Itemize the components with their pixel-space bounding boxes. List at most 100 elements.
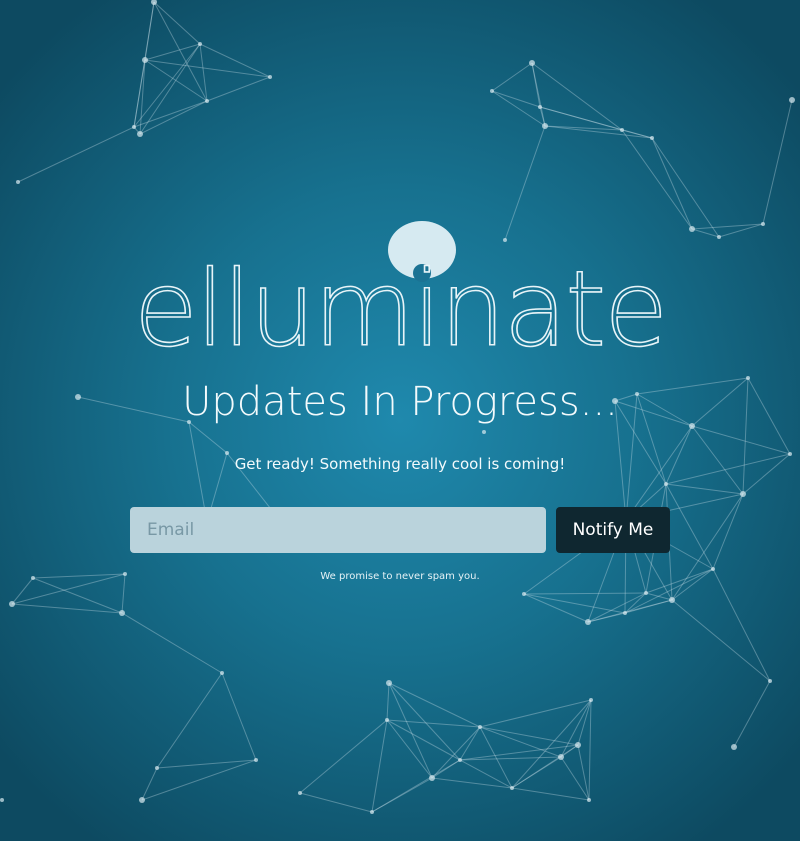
network-line — [523, 592, 647, 595]
network-node — [137, 131, 143, 137]
network-line — [17, 126, 135, 183]
network-node — [205, 99, 209, 103]
logo: elluminate — [110, 205, 690, 375]
network-line — [491, 90, 541, 108]
spam-disclaimer: We promise to never spam you. — [320, 571, 480, 582]
network-line — [511, 756, 562, 789]
network-line — [431, 777, 513, 789]
page-headline: Updates In Progress... — [182, 379, 618, 425]
email-field[interactable] — [130, 507, 546, 553]
network-node — [650, 136, 654, 140]
network-line — [144, 59, 208, 102]
network-node — [385, 718, 389, 722]
network-line — [691, 223, 764, 230]
network-line — [371, 719, 388, 813]
network-line — [491, 62, 533, 92]
network-line — [386, 719, 481, 728]
network-node — [268, 75, 272, 79]
network-node — [717, 235, 721, 239]
network-node — [198, 42, 202, 46]
network-node — [585, 619, 591, 625]
network-line — [523, 593, 589, 623]
network-line — [371, 759, 461, 813]
network-line — [133, 43, 201, 128]
network-node — [139, 797, 145, 803]
network-node — [386, 680, 392, 686]
network-line — [386, 682, 390, 721]
notify-me-button[interactable]: Notify Me — [556, 507, 670, 553]
network-node — [478, 725, 482, 729]
network-node — [768, 679, 772, 683]
network-line — [588, 699, 592, 801]
network-line — [139, 43, 201, 135]
network-node — [490, 89, 494, 93]
network-node — [644, 591, 648, 595]
network-node — [482, 430, 486, 434]
network-node — [155, 766, 159, 770]
network-line — [206, 76, 271, 102]
network-node — [0, 798, 4, 802]
network-line — [665, 483, 744, 495]
network-node — [558, 754, 564, 760]
signup-form: Notify Me — [130, 507, 670, 553]
network-line — [133, 59, 146, 128]
network-line — [544, 125, 653, 139]
network-node — [789, 97, 795, 103]
network-line — [156, 672, 223, 769]
network-node — [589, 698, 593, 702]
network-node — [119, 610, 125, 616]
network-node — [620, 128, 624, 132]
network-node — [458, 758, 462, 762]
network-line — [121, 612, 223, 674]
network-line — [221, 672, 257, 761]
network-line — [479, 726, 579, 746]
network-line — [671, 599, 771, 682]
network-line — [153, 1, 208, 102]
network-line — [156, 759, 257, 769]
network-node — [522, 592, 526, 596]
network-line — [511, 787, 590, 801]
network-line — [299, 792, 373, 813]
network-node — [740, 491, 746, 497]
network-node — [510, 786, 514, 790]
network-node — [538, 105, 542, 109]
network-line — [388, 682, 461, 761]
network-node — [220, 671, 224, 675]
network-node — [542, 123, 548, 129]
network-node — [623, 611, 627, 615]
network-line — [733, 680, 771, 748]
network-line — [762, 99, 793, 225]
network-line — [139, 100, 208, 135]
network-line — [587, 612, 626, 623]
network-line — [144, 43, 201, 61]
network-node — [664, 482, 668, 486]
network-line — [691, 425, 791, 455]
network-node — [254, 758, 258, 762]
network-line — [388, 682, 481, 728]
network-node — [669, 597, 675, 603]
network-line — [459, 726, 481, 761]
network-line — [523, 593, 626, 614]
network-node — [575, 742, 581, 748]
network-line — [299, 719, 388, 794]
network-line — [153, 1, 201, 45]
network-line — [531, 62, 546, 127]
network-line — [386, 719, 461, 761]
network-node — [9, 601, 15, 607]
network-node — [132, 125, 136, 129]
network-node — [587, 798, 591, 802]
network-node — [761, 222, 765, 226]
network-node — [16, 180, 20, 184]
network-node — [731, 744, 737, 750]
logo-text: elluminate — [133, 248, 669, 370]
network-node — [429, 775, 435, 781]
network-line — [479, 699, 592, 728]
network-line — [11, 603, 123, 614]
network-node — [298, 791, 302, 795]
network-line — [141, 759, 257, 801]
network-node — [142, 57, 148, 63]
network-line — [531, 62, 623, 131]
network-node — [529, 60, 535, 66]
network-line — [431, 726, 481, 779]
page-subheadline: Get ready! Something really cool is comi… — [234, 455, 566, 473]
